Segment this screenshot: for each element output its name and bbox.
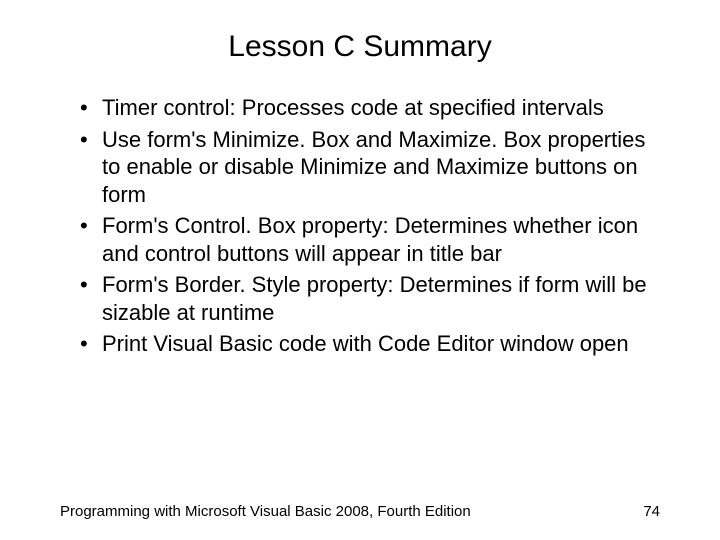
list-item: Form's Control. Box property: Determines…: [80, 212, 660, 267]
footer: Programming with Microsoft Visual Basic …: [60, 503, 660, 520]
slide-body: Timer control: Processes code at specifi…: [0, 74, 720, 358]
page-number: 74: [643, 503, 660, 520]
list-item: Form's Border. Style property: Determine…: [80, 271, 660, 326]
footer-source: Programming with Microsoft Visual Basic …: [60, 503, 471, 520]
list-item: Print Visual Basic code with Code Editor…: [80, 330, 660, 358]
bullet-list: Timer control: Processes code at specifi…: [80, 94, 660, 358]
slide-title: Lesson C Summary: [0, 0, 720, 74]
list-item: Use form's Minimize. Box and Maximize. B…: [80, 126, 660, 209]
list-item: Timer control: Processes code at specifi…: [80, 94, 660, 122]
slide: Lesson C Summary Timer control: Processe…: [0, 0, 720, 540]
